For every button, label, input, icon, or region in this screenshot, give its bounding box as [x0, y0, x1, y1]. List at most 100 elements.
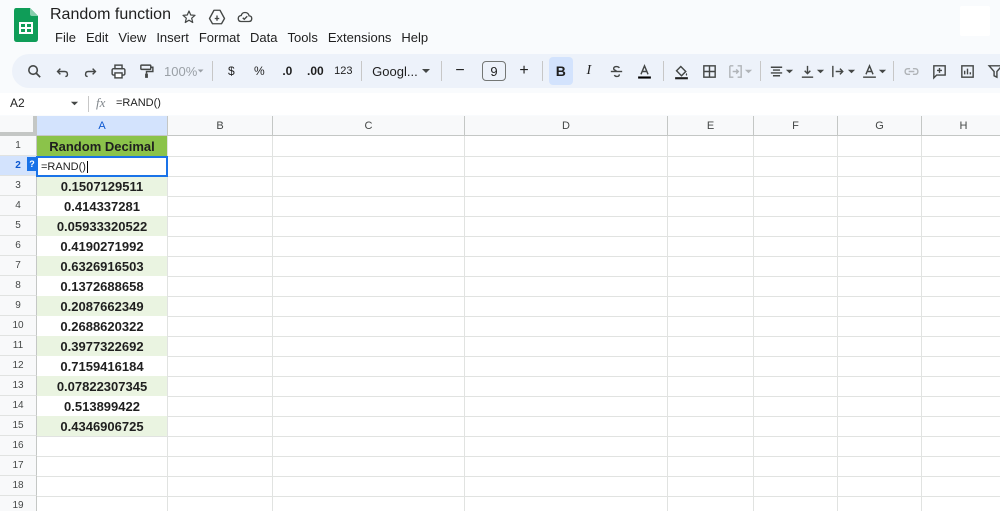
vertical-align-button[interactable]: [798, 57, 825, 85]
column-header-c[interactable]: C: [273, 116, 465, 136]
table-cell[interactable]: 0.4346906725: [37, 416, 167, 436]
text-rotation-button[interactable]: [860, 57, 887, 85]
italic-button[interactable]: I: [577, 57, 601, 85]
spreadsheet-grid[interactable]: A B C D E F G H 1 2 3 4 5 6 7 8 9 10 11 …: [0, 116, 1000, 511]
format-percent-button[interactable]: %: [247, 57, 271, 85]
increase-font-size-button[interactable]: +: [512, 57, 536, 85]
menu-extensions[interactable]: Extensions: [323, 28, 397, 47]
row-header[interactable]: 12: [0, 356, 37, 376]
search-menus-button[interactable]: [22, 57, 46, 85]
font-select[interactable]: Googl...: [368, 57, 435, 85]
table-cell[interactable]: 0.6326916503: [37, 256, 167, 276]
chevron-down-icon[interactable]: [70, 99, 79, 108]
insert-chart-button[interactable]: [956, 57, 980, 85]
star-icon[interactable]: [180, 8, 198, 26]
gridline: [37, 356, 1000, 357]
row-header[interactable]: 7: [0, 256, 37, 276]
column-header-e[interactable]: E: [668, 116, 754, 136]
undo-button[interactable]: [50, 57, 74, 85]
row-header[interactable]: 3: [0, 176, 37, 196]
name-box[interactable]: A2: [10, 96, 25, 110]
fill-color-button[interactable]: [670, 57, 694, 85]
gridline: [37, 436, 1000, 437]
menu-insert[interactable]: Insert: [151, 28, 194, 47]
decrease-decimal-button[interactable]: .0: [275, 57, 299, 85]
formula-help-badge[interactable]: ?: [27, 157, 37, 171]
gridline: [921, 136, 922, 511]
table-cell[interactable]: 0.1372688658: [37, 276, 167, 296]
row-header[interactable]: 1: [0, 136, 37, 156]
column-header-h[interactable]: H: [922, 116, 1000, 136]
table-cell[interactable]: 0.2688620322: [37, 316, 167, 336]
table-cell[interactable]: 0.1507129511: [37, 176, 167, 196]
menu-help[interactable]: Help: [396, 28, 433, 47]
print-button[interactable]: [106, 57, 130, 85]
gridline: [37, 416, 1000, 417]
table-cell[interactable]: 0.7159416184: [37, 356, 167, 376]
header-cell-random-decimal[interactable]: Random Decimal: [37, 136, 167, 156]
strikethrough-button[interactable]: [605, 57, 629, 85]
column-header-g[interactable]: G: [838, 116, 922, 136]
account-area[interactable]: [960, 6, 990, 36]
merge-cells-button[interactable]: [726, 57, 755, 85]
menu-file[interactable]: File: [50, 28, 81, 47]
column-header-a[interactable]: A: [37, 116, 168, 136]
row-header[interactable]: 18: [0, 476, 37, 496]
table-cell[interactable]: 0.07822307345: [37, 376, 167, 396]
chevron-down-icon: [847, 69, 855, 73]
table-cell[interactable]: 0.05933320522: [37, 216, 167, 236]
gridline: [37, 176, 1000, 177]
sheets-logo-icon[interactable]: [14, 8, 38, 42]
row-header[interactable]: 19: [0, 496, 37, 511]
column-header-d[interactable]: D: [465, 116, 668, 136]
row-header[interactable]: 15: [0, 416, 37, 436]
gridline: [464, 136, 465, 511]
column-header-f[interactable]: F: [754, 116, 838, 136]
column-header-b[interactable]: B: [168, 116, 273, 136]
row-header[interactable]: 11: [0, 336, 37, 356]
row-header[interactable]: 9: [0, 296, 37, 316]
decrease-font-size-button[interactable]: −: [448, 57, 472, 85]
borders-button[interactable]: [698, 57, 722, 85]
row-header[interactable]: 4: [0, 196, 37, 216]
menu-edit[interactable]: Edit: [81, 28, 113, 47]
row-header[interactable]: 5: [0, 216, 37, 236]
gridline: [37, 456, 1000, 457]
format-currency-button[interactable]: $: [219, 57, 243, 85]
menu-view[interactable]: View: [113, 28, 151, 47]
row-header[interactable]: 17: [0, 456, 37, 476]
menu-data[interactable]: Data: [245, 28, 282, 47]
text-wrapping-button[interactable]: [829, 57, 856, 85]
paint-format-button[interactable]: [134, 57, 158, 85]
select-all-corner[interactable]: [0, 116, 37, 136]
table-cell[interactable]: 0.3977322692: [37, 336, 167, 356]
table-cell[interactable]: 0.4190271992: [37, 236, 167, 256]
formula-input[interactable]: =RAND(): [116, 97, 161, 109]
row-header[interactable]: 8: [0, 276, 37, 296]
redo-button[interactable]: [78, 57, 102, 85]
row-header[interactable]: 13: [0, 376, 37, 396]
move-to-drive-icon[interactable]: [208, 8, 226, 26]
menu-tools[interactable]: Tools: [282, 28, 322, 47]
increase-decimal-button[interactable]: .00: [303, 57, 327, 85]
row-header[interactable]: 14: [0, 396, 37, 416]
horizontal-align-button[interactable]: [767, 57, 794, 85]
font-size-input[interactable]: 9: [482, 61, 506, 81]
active-cell-a2[interactable]: =RAND(): [36, 156, 168, 177]
text-color-button[interactable]: [633, 57, 657, 85]
create-filter-button[interactable]: [984, 57, 1000, 85]
zoom-select[interactable]: 100%: [162, 57, 206, 85]
table-cell[interactable]: 0.414337281: [37, 196, 167, 216]
cloud-saved-icon[interactable]: [236, 8, 254, 26]
insert-link-button[interactable]: [900, 57, 924, 85]
table-cell[interactable]: 0.2087662349: [37, 296, 167, 316]
row-header[interactable]: 6: [0, 236, 37, 256]
insert-comment-button[interactable]: [928, 57, 952, 85]
row-header[interactable]: 16: [0, 436, 37, 456]
document-title[interactable]: Random function: [50, 6, 171, 24]
more-formats-button[interactable]: 123: [331, 57, 355, 85]
bold-button[interactable]: B: [548, 57, 573, 85]
row-header[interactable]: 10: [0, 316, 37, 336]
menu-format[interactable]: Format: [194, 28, 245, 47]
table-cell[interactable]: 0.513899422: [37, 396, 167, 416]
